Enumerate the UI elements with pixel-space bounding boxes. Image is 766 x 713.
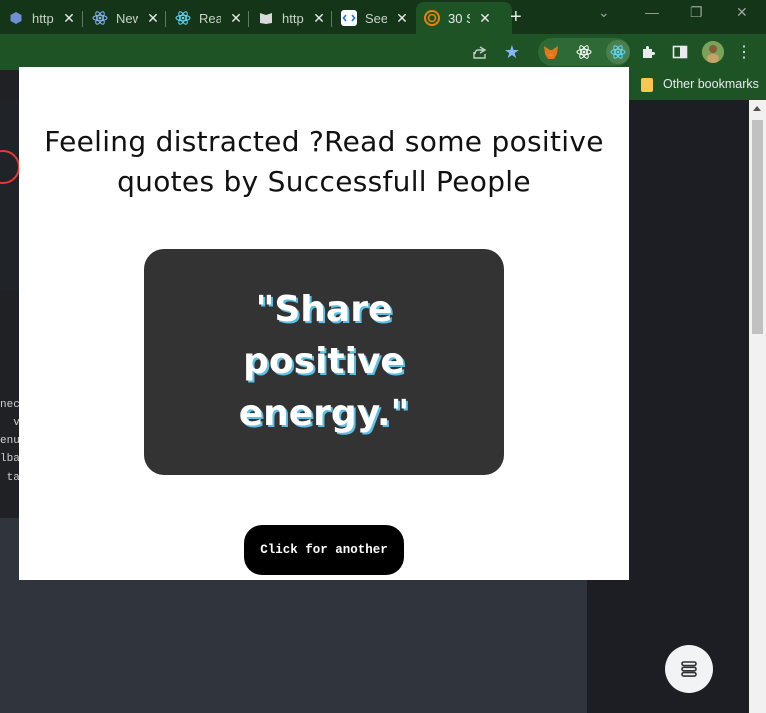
code-icon [341,10,357,26]
stack-icon [681,661,697,677]
scroll-thumb[interactable] [752,120,763,334]
share-icon[interactable] [470,42,490,62]
react-icon [175,10,191,26]
metamask-fox-icon[interactable] [541,42,561,62]
react-devtools-icon[interactable] [574,42,594,62]
tab-title: http [32,10,54,26]
bookmarks-bar: Other bookmarks [629,70,766,100]
react-icon [92,10,108,26]
globe-hex-icon [8,10,24,26]
close-icon[interactable]: ✕ [62,11,76,25]
new-tab-icon[interactable]: + [510,6,522,29]
tab-5[interactable]: See ✕ [341,6,409,30]
book-icon [258,10,274,26]
tab-title: http [282,10,304,26]
bookmark-star-icon[interactable]: ★ [502,42,522,62]
tab-4[interactable]: http ✕ [258,6,326,30]
close-icon[interactable]: ✕ [395,11,409,25]
quote-text: "Share positive energy." [238,289,410,434]
profile-avatar[interactable] [702,41,724,63]
close-icon[interactable]: ✕ [229,11,243,25]
folder-icon [641,78,653,92]
tab-1[interactable]: http ✕ [8,6,76,30]
side-panel-icon[interactable] [670,42,690,62]
another-quote-button[interactable]: Click for another [244,525,404,575]
more-menu-icon[interactable]: ⋮ [734,42,754,62]
code-line: enu [0,435,20,447]
minimize-icon[interactable]: — [645,4,659,20]
tab-6-active[interactable]: 30 S ✕ [416,2,512,34]
browser-toolbar: ★ ⋮ [0,34,766,70]
other-bookmarks-link[interactable]: Other bookmarks [663,77,759,91]
tab-title: Rea [199,10,221,26]
code-line: ta [0,472,20,484]
quote-card: "Share positive energy." [144,249,504,475]
modal-heading: Feeling distracted ?Read some positive q… [44,125,604,198]
tab-title: See [365,10,387,26]
page-scrollbar[interactable] [749,100,766,713]
tab-strip: http ✕ New ✕ Rea ✕ http ✕ See ✕ 30 S ✕ +… [0,0,766,34]
tab-2[interactable]: New ✕ [92,6,160,30]
scroll-up-arrow-icon[interactable] [753,106,761,111]
tab-title: 30 S [448,10,470,26]
close-icon[interactable]: ✕ [478,11,492,25]
tab-search-icon[interactable]: ⌄ [598,4,610,21]
close-icon[interactable]: ✕ [312,11,326,25]
code-line: nec [0,399,20,411]
window-close-icon[interactable]: ✕ [736,4,748,21]
extensions-puzzle-icon[interactable] [638,42,658,62]
code-line: lba [0,453,20,465]
close-icon[interactable]: ✕ [146,11,160,25]
tab-title: New [116,10,138,26]
quote-modal: Feeling distracted ?Read some positive q… [19,67,629,580]
tab-3[interactable]: Rea ✕ [175,6,243,30]
restore-icon[interactable]: ❐ [690,4,703,21]
spiral-icon [424,10,440,26]
react-icon[interactable] [606,40,630,64]
floating-menu-button[interactable] [665,645,713,693]
